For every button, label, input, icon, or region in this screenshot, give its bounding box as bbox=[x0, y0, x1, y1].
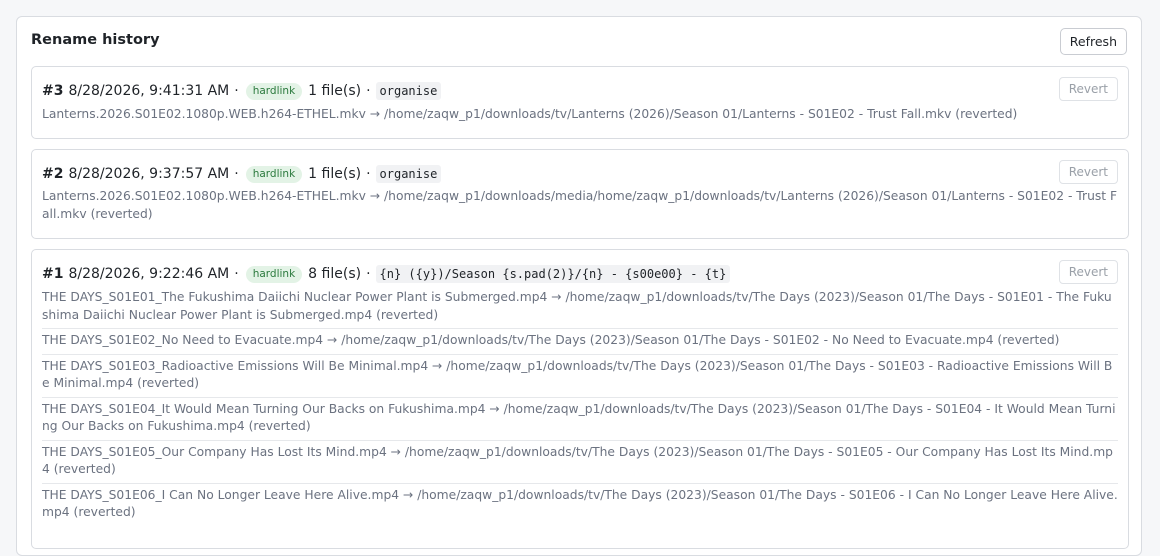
entry-header: #2 8/28/2026, 9:37:57 AM · hardlink 1 fi… bbox=[42, 164, 442, 184]
file-list: Lanterns.2026.S01E02.1080p.WEB.h264-ETHE… bbox=[42, 106, 1118, 124]
mode-badge: hardlink bbox=[245, 165, 303, 183]
revert-button[interactable]: Revert bbox=[1058, 77, 1118, 101]
separator: · bbox=[366, 166, 371, 182]
entry-header: #1 8/28/2026, 9:22:46 AM · hardlink 8 fi… bbox=[42, 264, 731, 284]
file-rename-line: THE DAYS_S01E04_It Would Mean Turning Ou… bbox=[42, 398, 1118, 441]
mode-badge: hardlink bbox=[245, 265, 303, 283]
file-rename-line: Lanterns.2026.S01E02.1080p.WEB.h264-ETHE… bbox=[42, 107, 1018, 121]
entry-timestamp: 8/28/2026, 9:22:46 AM bbox=[68, 266, 230, 282]
entry-timestamp: 8/28/2026, 9:37:57 AM bbox=[68, 166, 230, 182]
entry-number: #3 bbox=[42, 83, 64, 99]
file-rename-line: THE DAYS_S01E06_I Can No Longer Leave He… bbox=[42, 487, 1118, 520]
revert-button[interactable]: Revert bbox=[1058, 260, 1118, 284]
separator: · bbox=[366, 266, 371, 282]
file-count: 8 file(s) bbox=[308, 266, 362, 282]
file-rename-line: THE DAYS_S01E02_No Need to Evacuate.mp4 … bbox=[42, 329, 1118, 355]
entry-number: #2 bbox=[42, 166, 64, 182]
panel-title: Rename history bbox=[31, 32, 160, 48]
rename-history-panel: Rename history Refresh #3 8/28/2026, 9:4… bbox=[16, 16, 1142, 556]
entry-header: #3 8/28/2026, 9:41:31 AM · hardlink 1 fi… bbox=[42, 81, 442, 101]
entry-timestamp: 8/28/2026, 9:41:31 AM bbox=[68, 83, 230, 99]
file-rename-line: THE DAYS_S01E03_Radioactive Emissions Wi… bbox=[42, 355, 1118, 398]
template-code: organise bbox=[375, 82, 442, 100]
file-rename-line: Lanterns.2026.S01E02.1080p.WEB.h264-ETHE… bbox=[42, 189, 1118, 221]
file-list: THE DAYS_S01E01_The Fukushima Daiichi Nu… bbox=[42, 286, 1118, 526]
separator: · bbox=[234, 266, 239, 282]
file-rename-line: THE DAYS_S01E01_The Fukushima Daiichi Nu… bbox=[42, 286, 1118, 329]
revert-button[interactable]: Revert bbox=[1058, 160, 1118, 184]
entry-number: #1 bbox=[42, 266, 64, 282]
separator: · bbox=[366, 83, 371, 99]
separator: · bbox=[234, 166, 239, 182]
file-count: 1 file(s) bbox=[308, 83, 362, 99]
refresh-button[interactable]: Refresh bbox=[1059, 28, 1127, 55]
history-entry-3: #3 8/28/2026, 9:41:31 AM · hardlink 1 fi… bbox=[31, 66, 1129, 139]
mode-badge: hardlink bbox=[245, 82, 303, 100]
template-code: organise bbox=[375, 165, 442, 183]
file-rename-line: THE DAYS_S01E05_Our Company Has Lost Its… bbox=[42, 441, 1118, 484]
history-entry-1: #1 8/28/2026, 9:22:46 AM · hardlink 8 fi… bbox=[31, 249, 1129, 549]
file-count: 1 file(s) bbox=[308, 166, 362, 182]
file-list: Lanterns.2026.S01E02.1080p.WEB.h264-ETHE… bbox=[42, 188, 1118, 223]
template-code: {n} ({y})/Season {s.pad(2)}/{n} - {s00e0… bbox=[375, 265, 731, 283]
separator: · bbox=[234, 83, 239, 99]
history-entry-2: #2 8/28/2026, 9:37:57 AM · hardlink 1 fi… bbox=[31, 149, 1129, 239]
